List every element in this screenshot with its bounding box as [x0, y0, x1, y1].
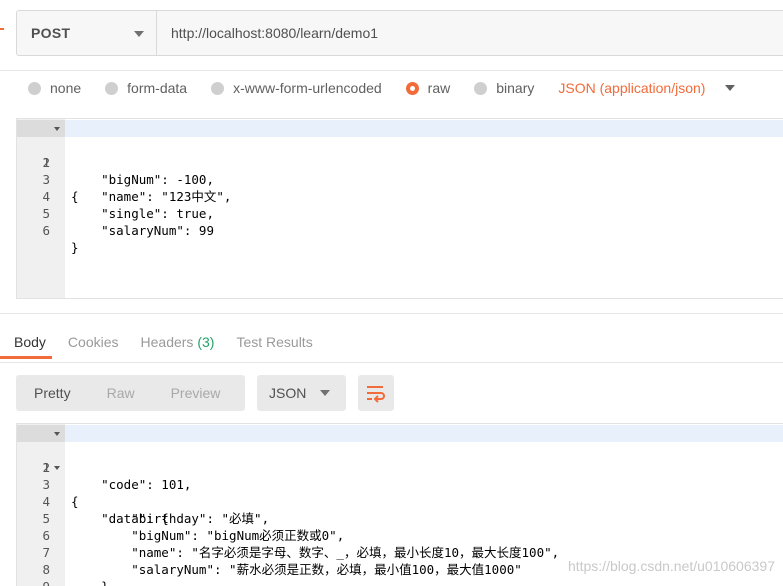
- active-tab-accent: [0, 28, 4, 30]
- divider: [0, 313, 783, 314]
- radio-icon: [474, 81, 488, 95]
- chevron-down-icon[interactable]: [725, 85, 736, 91]
- radio-x-www-form-urlencoded[interactable]: x-www-form-urlencoded: [211, 80, 382, 96]
- code-line: 1 {: [17, 120, 783, 204]
- divider: [0, 362, 783, 363]
- divider: [0, 70, 783, 71]
- format-label: JSON: [269, 385, 307, 401]
- response-tabs: Body Cookies Headers (3) Test Results: [14, 330, 335, 354]
- fold-icon[interactable]: [54, 127, 60, 131]
- tab-label: Headers: [140, 334, 194, 350]
- radio-label: none: [50, 80, 82, 96]
- request-body-editor[interactable]: 1 { 2 "bigNum": -100, 3 "name": "123中文",…: [16, 118, 783, 299]
- view-raw-button[interactable]: Raw: [89, 385, 153, 401]
- chevron-down-icon: [134, 31, 144, 37]
- body-type-radios: none form-data x-www-form-urlencoded raw…: [28, 76, 736, 100]
- radio-selected-icon: [405, 81, 419, 95]
- code-line: 3 "data": {: [17, 459, 783, 526]
- line-number: 6: [42, 223, 50, 238]
- radio-icon: [28, 81, 41, 95]
- code-line: 4 "birthday": "必填",: [17, 476, 783, 526]
- code-text: "salaryNum": 99: [71, 223, 214, 238]
- wrap-lines-icon: [367, 386, 385, 403]
- fold-icon[interactable]: [54, 466, 60, 470]
- code-line: 5 "salaryNum": 99: [17, 188, 783, 238]
- code-line: 4 "single": true,: [17, 171, 783, 221]
- fold-icon[interactable]: [54, 432, 60, 436]
- view-preview-button[interactable]: Preview: [153, 385, 239, 401]
- radio-raw[interactable]: raw: [405, 80, 451, 96]
- radio-label: binary: [496, 80, 535, 96]
- headers-count-badge: (3): [197, 334, 215, 350]
- method-label: POST: [31, 25, 71, 41]
- radio-label: x-www-form-urlencoded: [233, 80, 382, 96]
- tab-cookies[interactable]: Cookies: [68, 334, 119, 350]
- request-bar: POST http://localhost:8080/learn/demo1: [16, 10, 783, 56]
- code-line: 6 }: [17, 205, 783, 255]
- radio-label: raw: [427, 80, 451, 96]
- view-mode-switcher: Pretty Raw Preview: [16, 375, 245, 411]
- tab-body[interactable]: Body: [14, 334, 46, 350]
- tab-test-results[interactable]: Test Results: [236, 334, 312, 350]
- tab-headers[interactable]: Headers (3): [141, 334, 215, 350]
- code-line: 6 "name": "名字必须是字母、数字、_，必填，最小长度10，最大长度10…: [17, 510, 783, 560]
- wrap-lines-button[interactable]: [358, 375, 394, 411]
- active-tab-indicator: [0, 356, 52, 359]
- watermark: https://blog.csdn.net/u010606397: [567, 558, 775, 574]
- code-line: 3 "name": "123中文",: [17, 154, 783, 204]
- radio-icon: [105, 81, 119, 95]
- code-text: }: [71, 578, 109, 586]
- format-select[interactable]: JSON: [257, 375, 346, 411]
- chevron-down-icon: [320, 390, 330, 396]
- method-select[interactable]: POST: [17, 11, 156, 55]
- radio-form-data[interactable]: form-data: [105, 80, 187, 96]
- code-line: 2 "code": 101,: [17, 442, 783, 492]
- view-pretty-button[interactable]: Pretty: [16, 385, 89, 401]
- code-line: 5 "bigNum": "bigNum必须正数或0",: [17, 493, 783, 543]
- code-line: 2 "bigNum": -100,: [17, 137, 783, 187]
- code-line: 7 "salaryNum": "薪水必须是正数，必填，最小值100，最大值100…: [17, 527, 783, 577]
- line-number: 9: [17, 578, 50, 586]
- radio-icon: [211, 81, 225, 95]
- content-type-select[interactable]: JSON (application/json): [558, 80, 705, 96]
- code-text: }: [71, 240, 79, 255]
- radio-none[interactable]: none: [28, 80, 81, 96]
- radio-binary[interactable]: binary: [474, 80, 534, 96]
- radio-label: form-data: [127, 80, 188, 96]
- code-line: 1 {: [17, 425, 783, 509]
- url-input[interactable]: http://localhost:8080/learn/demo1: [156, 11, 783, 55]
